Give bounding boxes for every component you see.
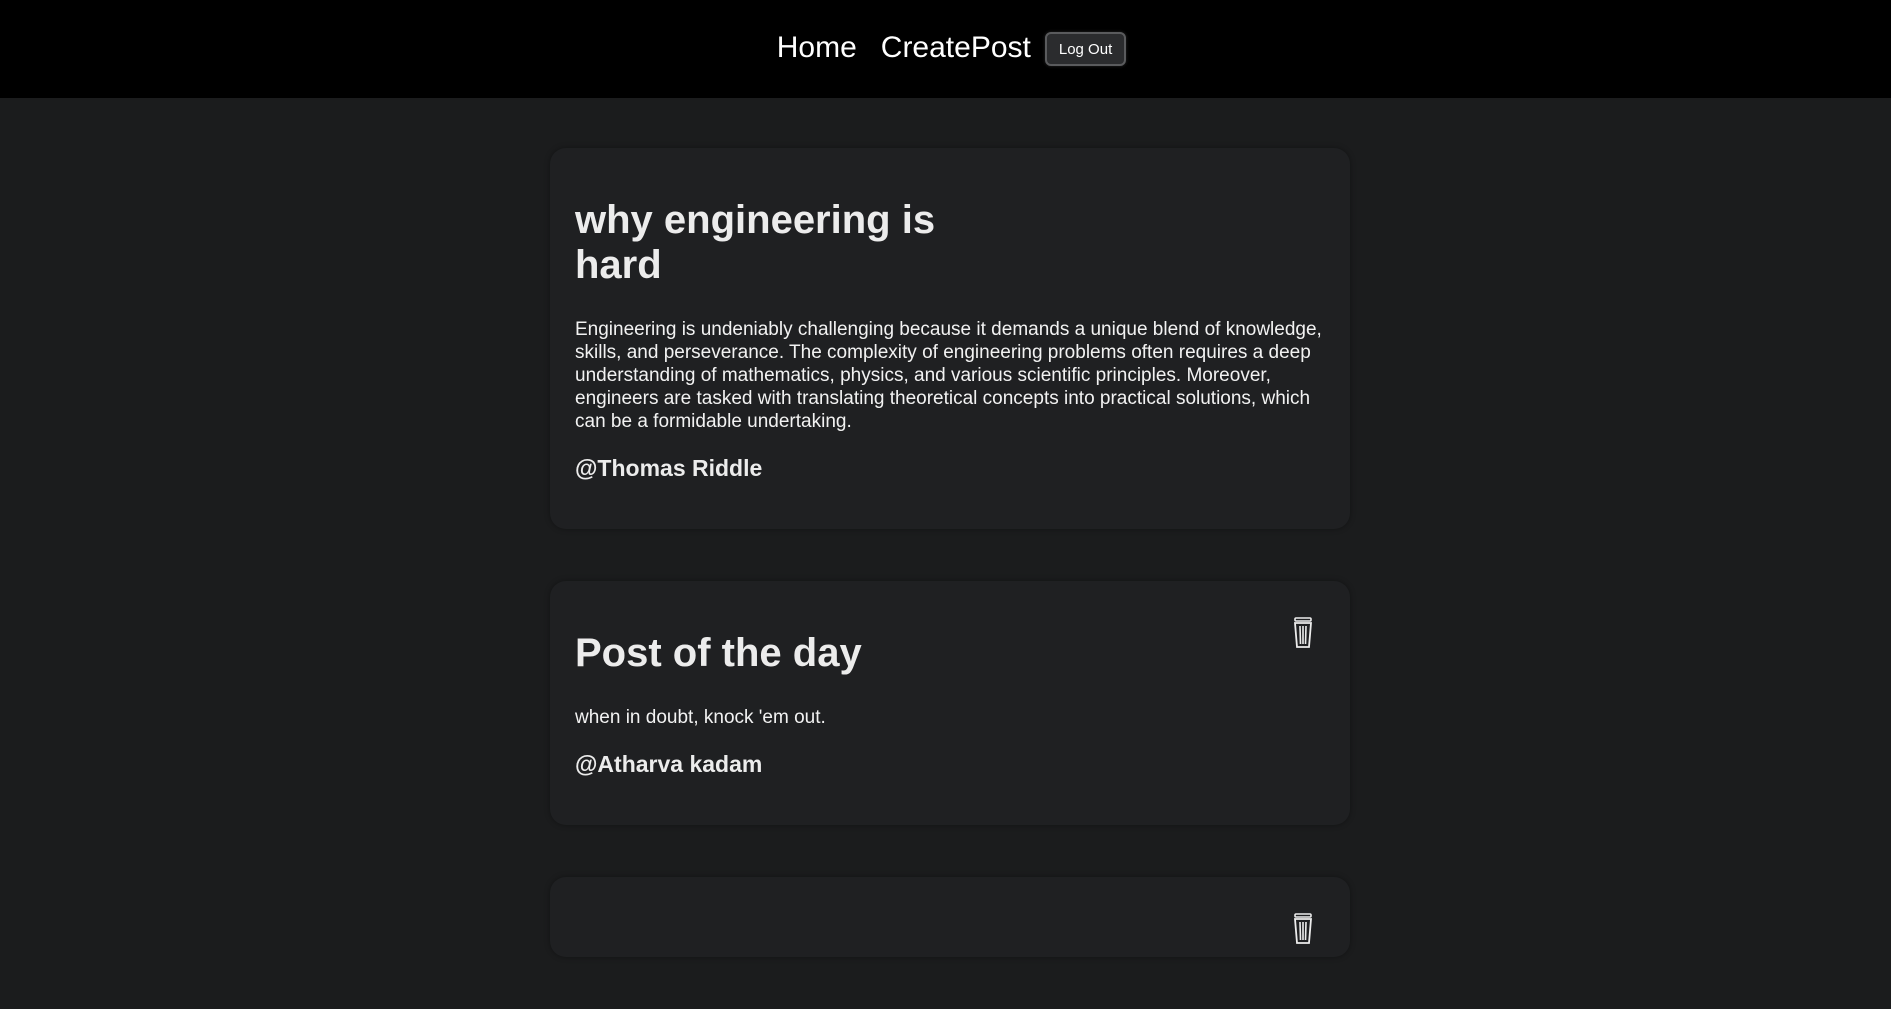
post-card: Post of the day when in doubt, knock 'em…: [550, 581, 1350, 825]
posts-list: why engineering is hard Engineering is u…: [550, 148, 1350, 1009]
post-body: when in doubt, knock 'em out.: [575, 707, 826, 728]
post-title: why engineering is hard: [575, 198, 936, 287]
logout-button[interactable]: Log Out: [1044, 32, 1127, 66]
post-body: Engineering is undeniably challenging be…: [575, 319, 1322, 432]
navbar: Home CreatePost Log Out: [0, 0, 1891, 98]
trash-can-icon[interactable]: [1292, 913, 1314, 945]
post-author: @Atharva kadam: [575, 751, 763, 777]
nav-home-link[interactable]: Home: [777, 31, 857, 65]
trash-can-icon[interactable]: [1292, 617, 1314, 649]
post-card: why engineering is hard Engineering is u…: [550, 148, 1350, 529]
post-author: @Thomas Riddle: [575, 455, 763, 481]
post-title: Post of the day: [575, 631, 862, 675]
post-card: [550, 877, 1350, 957]
nav-create-post-link[interactable]: CreatePost: [881, 31, 1031, 65]
